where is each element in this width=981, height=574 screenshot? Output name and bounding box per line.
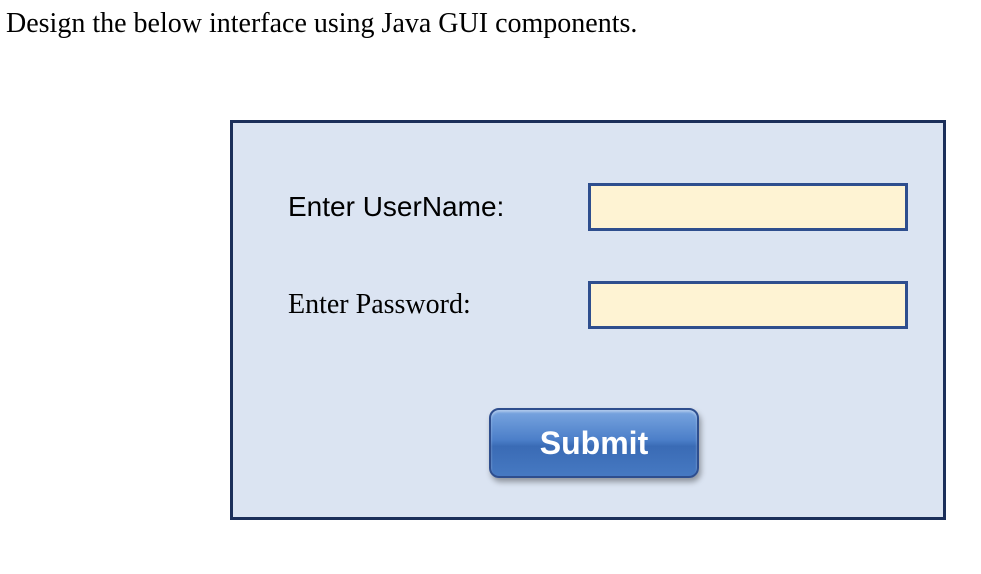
instruction-text: Design the below interface using Java GU…	[6, 8, 637, 40]
username-input[interactable]	[588, 183, 908, 231]
username-row: Enter UserName:	[288, 183, 928, 231]
submit-button[interactable]: Submit	[489, 408, 699, 478]
password-row: Enter Password:	[288, 281, 928, 329]
password-label: Enter Password:	[288, 289, 588, 321]
username-label: Enter UserName:	[288, 191, 588, 223]
login-form-panel: Enter UserName: Enter Password: Submit	[230, 120, 946, 520]
password-input[interactable]	[588, 281, 908, 329]
